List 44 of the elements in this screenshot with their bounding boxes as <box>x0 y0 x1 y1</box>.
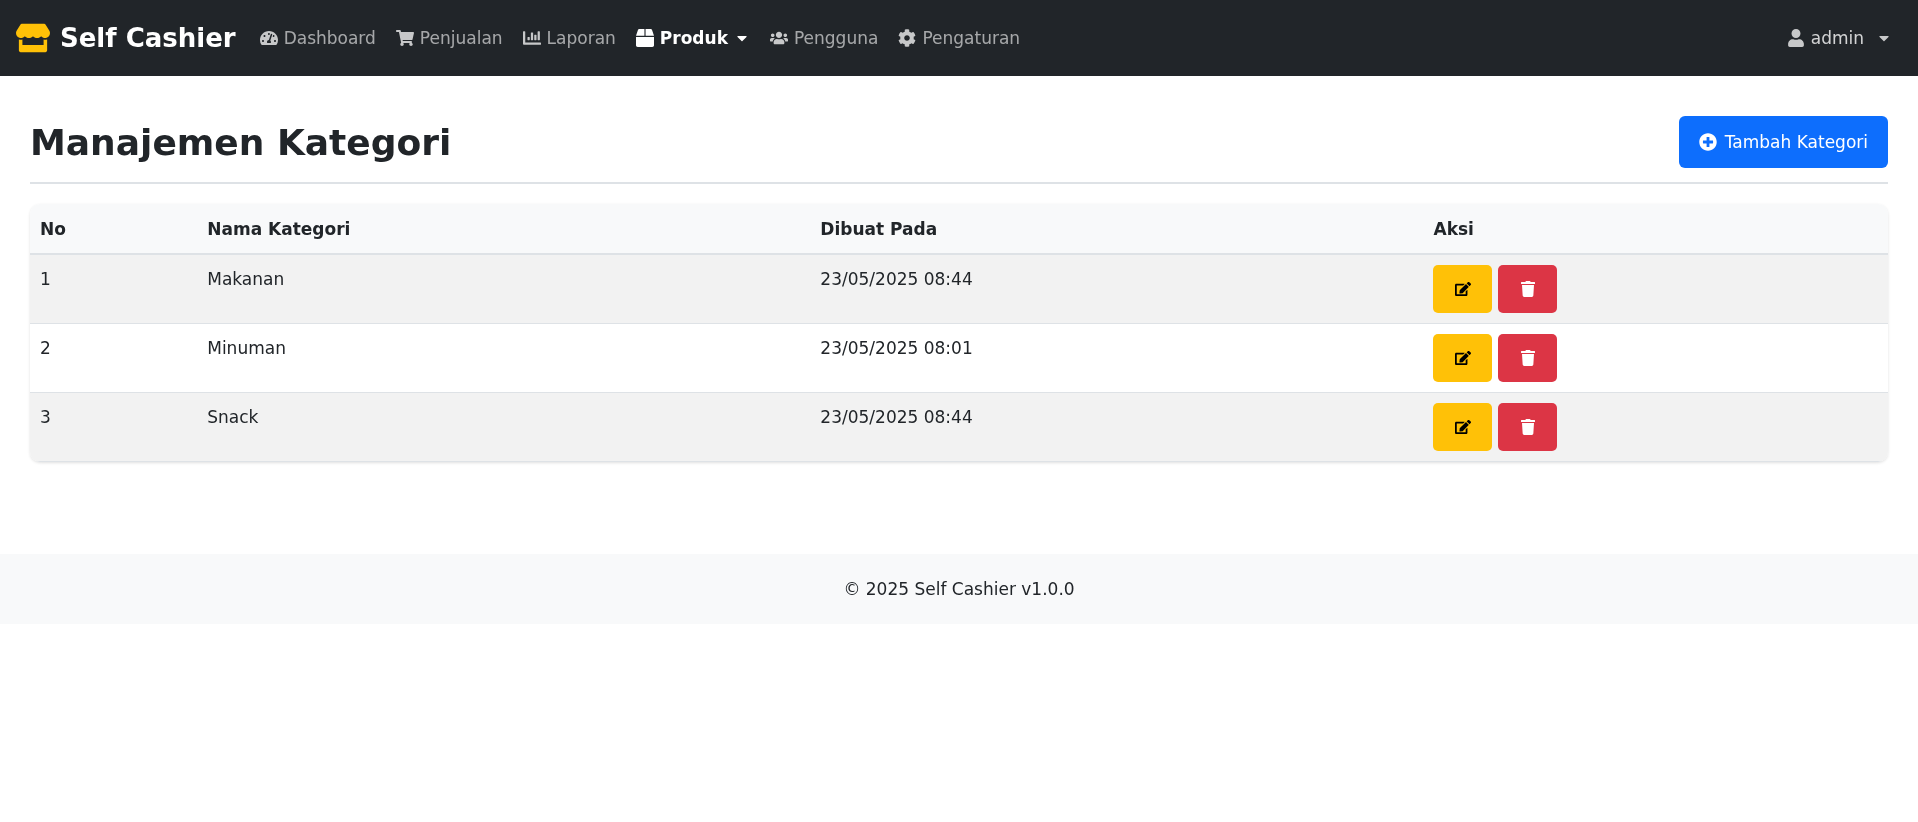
column-header: No <box>30 204 198 254</box>
gear-icon <box>898 29 917 47</box>
column-header: Nama Kategori <box>197 204 811 254</box>
footer-text: © 2025 Self Cashier v1.0.0 <box>843 579 1075 599</box>
table-cell: Snack <box>197 392 811 462</box>
column-header: Aksi <box>1423 204 1888 254</box>
column-header: Dibuat Pada <box>810 204 1424 254</box>
page-title: Manajemen Kategori <box>30 121 452 163</box>
user-menu[interactable]: admin <box>1786 28 1892 48</box>
edit-icon <box>1454 419 1471 435</box>
table-cell: 1 <box>30 254 198 324</box>
gauge-icon <box>259 29 278 47</box>
user-icon <box>1786 29 1805 47</box>
edit-button[interactable] <box>1433 265 1493 313</box>
nav-link[interactable]: Penjualan <box>395 28 503 48</box>
trash-icon <box>1519 281 1536 297</box>
edit-button[interactable] <box>1433 334 1493 382</box>
nav-link[interactable]: Dashboard <box>259 28 376 48</box>
table-cell: 23/05/2025 08:44 <box>810 254 1424 324</box>
table-cell: 3 <box>30 392 198 462</box>
nav-link[interactable]: Produk <box>635 28 750 48</box>
box-icon <box>635 29 654 47</box>
table-cell: 23/05/2025 08:44 <box>810 392 1424 462</box>
nav-link[interactable]: Pengaturan <box>898 28 1021 48</box>
bar-chart-icon <box>522 29 541 47</box>
add-category-button[interactable]: Tambah Kategori <box>1678 116 1888 168</box>
edit-button[interactable] <box>1433 403 1493 451</box>
brand-link[interactable]: Self Cashier <box>16 21 236 55</box>
table-cell: Minuman <box>197 323 811 393</box>
edit-icon <box>1454 281 1471 297</box>
nav-link[interactable]: Laporan <box>522 28 616 48</box>
trash-icon <box>1519 419 1536 435</box>
nav-link[interactable]: Pengguna <box>769 28 879 48</box>
delete-button[interactable] <box>1498 265 1558 313</box>
cart-icon <box>395 29 414 47</box>
users-icon <box>769 29 788 47</box>
delete-button[interactable] <box>1498 334 1558 382</box>
table-cell: 2 <box>30 323 198 393</box>
store-icon <box>16 21 50 55</box>
trash-icon <box>1519 350 1536 366</box>
edit-icon <box>1454 350 1471 366</box>
delete-button[interactable] <box>1498 403 1558 451</box>
table-cell: Makanan <box>197 254 811 324</box>
table-cell: 23/05/2025 08:01 <box>810 323 1424 393</box>
